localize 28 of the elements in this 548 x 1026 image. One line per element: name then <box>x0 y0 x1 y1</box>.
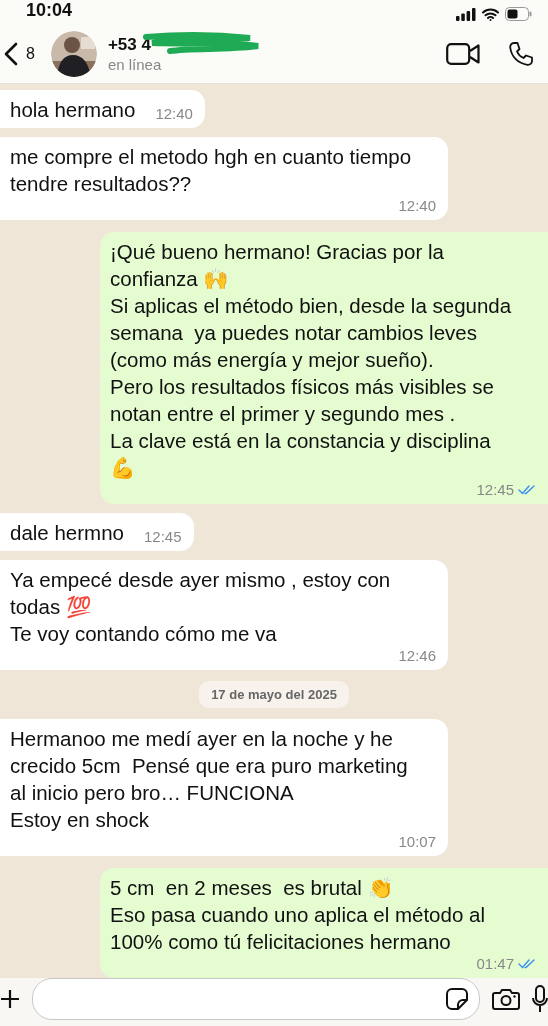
date-chip: 17 de mayo del 2025 <box>199 681 349 708</box>
message-time: 12:45 <box>143 528 182 545</box>
message-text: dale hermno <box>10 520 124 546</box>
microphone-icon[interactable] <box>532 985 548 1013</box>
message-text: Ya empecé desde ayer mismo , estoy con todas 💯 Te voy contando cómo me va <box>10 567 391 647</box>
message-time: 12:40 <box>398 197 436 214</box>
message-time: 12:46 <box>398 647 436 664</box>
presence-status: en línea <box>107 56 163 73</box>
status-time: 10:04 <box>26 0 73 21</box>
plus-icon[interactable] <box>0 989 20 1009</box>
message-text: me compre el metodo hgh en cuanto tiempo tendre resultados?? <box>10 144 412 197</box>
wifi-icon <box>482 7 499 21</box>
message-text: Hermanoo me medí ayer en la noche y he crecido 5cm Pensé que era puro marketing al inicio pero bro… FUNCIONA Estoy en shock <box>10 726 408 833</box>
message-time: 12:40 <box>155 105 193 122</box>
battery-icon <box>505 7 532 21</box>
message-input-field[interactable] <box>32 978 480 1020</box>
sticker-icon[interactable] <box>445 987 469 1011</box>
back-button[interactable]: 8 <box>0 42 35 66</box>
message-time: 10:07 <box>398 833 436 850</box>
message-text: hola hermano <box>10 97 136 123</box>
message-time: 01:47 <box>476 955 514 972</box>
message-text: 5 cm en 2 meses es brutal 👏 Eso pasa cuando uno aplica el método al 100% como tú felicitaciones hermano <box>110 875 485 955</box>
signal-icon <box>456 7 476 21</box>
video-call-icon[interactable] <box>446 43 480 65</box>
message-time: 12:45 <box>476 481 514 498</box>
phone-icon[interactable] <box>508 41 534 67</box>
camera-icon[interactable] <box>492 988 520 1010</box>
message-text: ¡Qué bueno hermano! Gracias por la confianza 🙌 Si aplicas el método bien, desde la segunda semana ya puedes notar cambios leves (como más energía y mejor sueño). Pero los resultados físicos más visibles se notan entre el primer y segundo mes . La clave está en la constancia y disciplina 💪 <box>110 239 512 481</box>
